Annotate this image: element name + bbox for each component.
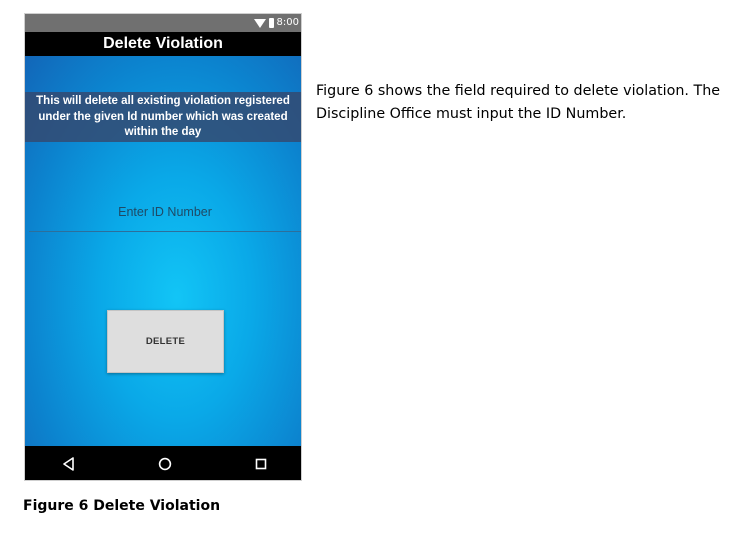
description-line: Figure 6 shows the field required to del… xyxy=(316,83,721,99)
recents-icon xyxy=(255,458,267,470)
warning-text-line: under the given Id number which was crea… xyxy=(38,110,288,123)
back-icon xyxy=(63,457,74,471)
id-number-field xyxy=(29,192,301,232)
phone-screenshot: 8:00 Delete Violation This will delete a… xyxy=(24,13,302,481)
home-icon xyxy=(158,457,172,471)
warning-text-line: within the day xyxy=(124,126,202,138)
wifi-icon xyxy=(253,18,266,28)
back-button[interactable] xyxy=(49,446,89,480)
warning-banner: This will delete all existing violation … xyxy=(25,92,301,142)
home-button[interactable] xyxy=(145,446,185,480)
delete-button[interactable]: DELETE xyxy=(107,310,224,373)
description-line: Discipline Office must input the ID Numb… xyxy=(316,106,627,122)
id-number-input[interactable] xyxy=(29,192,301,231)
status-icons: 8:00 xyxy=(253,16,299,30)
screen-content: This will delete all existing violation … xyxy=(25,56,301,446)
figure-description: Figure 6 shows the field required to del… xyxy=(316,80,746,126)
battery-icon xyxy=(268,18,274,28)
document-page: 8:00 Delete Violation This will delete a… xyxy=(0,0,753,541)
recents-button[interactable] xyxy=(241,446,281,480)
warning-text-line: This will delete all existing violation … xyxy=(36,95,290,107)
navigation-bar xyxy=(25,446,301,480)
screen-title: Delete Violation xyxy=(103,35,223,52)
status-time: 8:00 xyxy=(276,17,299,28)
status-bar: 8:00 xyxy=(25,14,301,32)
figure-caption: Figure 6 Delete Violation xyxy=(23,498,221,514)
action-bar: Delete Violation xyxy=(25,32,301,56)
